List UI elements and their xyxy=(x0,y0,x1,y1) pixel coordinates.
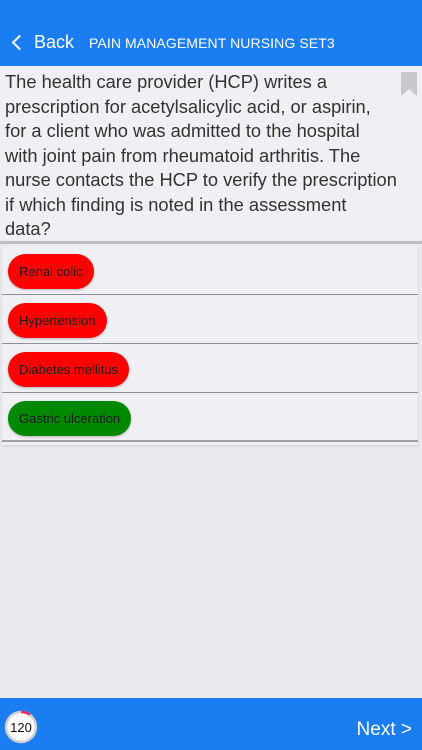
navigation-bar: Back PAIN MANAGEMENT NURSING SET3 xyxy=(0,0,422,66)
chevron-left-icon xyxy=(11,34,28,51)
counter-value: 120 xyxy=(10,719,32,735)
answer-list: Renal colic Hypertension Diabetes mellit… xyxy=(2,246,418,445)
back-button[interactable]: Back xyxy=(10,32,74,53)
answer-row: Hypertension xyxy=(2,295,418,344)
page-title: PAIN MANAGEMENT NURSING SET3 xyxy=(89,35,335,51)
answer-option-gastric-ulceration[interactable]: Gastric ulceration xyxy=(8,401,132,436)
answer-option-diabetes-mellitus[interactable]: Diabetes mellitus xyxy=(8,352,129,387)
question-card: The health care provider (HCP) writes a … xyxy=(0,66,422,244)
answer-option-hypertension[interactable]: Hypertension xyxy=(8,303,107,338)
back-label: Back xyxy=(34,32,75,52)
bookmark-icon[interactable] xyxy=(401,72,417,96)
answer-row: Gastric ulceration xyxy=(2,393,418,442)
answer-row: Renal colic xyxy=(2,246,418,295)
question-text: The health care provider (HCP) writes a … xyxy=(5,71,397,239)
next-button[interactable]: Next > xyxy=(357,719,412,741)
answer-option-renal-colic[interactable]: Renal colic xyxy=(8,254,94,289)
bottom-toolbar: 120 Next > xyxy=(0,698,422,750)
answer-row: Diabetes mellitus xyxy=(2,344,418,393)
question-counter: 120 xyxy=(4,710,38,744)
